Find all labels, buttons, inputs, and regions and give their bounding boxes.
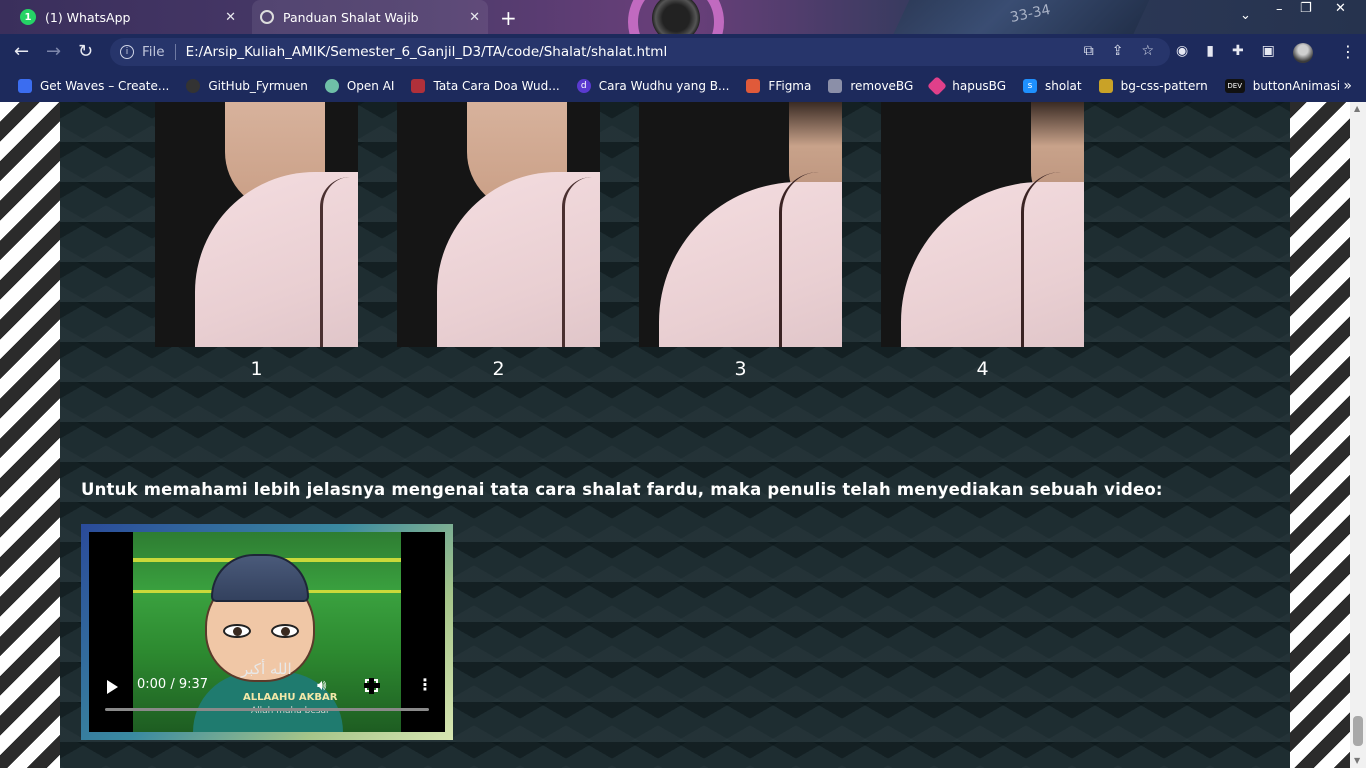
bookmark-button-animasi[interactable]: DEV buttonAnimasi (1224, 79, 1340, 93)
d-icon: d (576, 79, 591, 93)
openai-icon (324, 79, 339, 93)
step-image (639, 102, 842, 347)
more-options-icon[interactable]: ⋮ (417, 675, 433, 694)
close-window-button[interactable]: ✕ (1335, 1, 1346, 21)
page-scrollbar[interactable]: ▲ ▼ (1350, 102, 1366, 768)
info-icon[interactable]: i (120, 45, 134, 59)
tab-panduan-shalat[interactable]: Panduan Shalat Wajib ✕ (252, 0, 488, 34)
bookmark-removebg[interactable]: removeBG (828, 79, 913, 93)
tab-title: Panduan Shalat Wajib (283, 9, 419, 25)
bolt-icon (1098, 79, 1113, 93)
tab-whatsapp[interactable]: 1 (1) WhatsApp ✕ (12, 0, 244, 34)
bookmark-tata-cara-doa[interactable]: Tata Cara Doa Wud... (411, 79, 560, 93)
bookmark-figma[interactable]: FFigma (746, 79, 811, 93)
url-scheme-label: File (142, 44, 165, 60)
video-controls: 0:00 / 9:37 🔊︎ ⋮ (89, 672, 445, 732)
bookmark-star-icon[interactable]: ☆ (1141, 43, 1154, 59)
step-caption: 2 (492, 358, 505, 380)
step-caption: 4 (976, 358, 989, 380)
extension-icon[interactable]: ◉ (1176, 43, 1188, 63)
new-tab-button[interactable]: + (500, 6, 517, 30)
video-frame: الله أكبر ALLAAHU AKBAR Allah maha besar… (81, 524, 453, 740)
scroll-down-icon[interactable]: ▼ (1354, 756, 1360, 765)
video-progress-bar[interactable] (105, 708, 429, 711)
bookmark-openai[interactable]: Open AI (324, 79, 394, 93)
url-text[interactable]: E:/Arsip_Kuliah_AMIK/Semester_6_Ganjil_D… (186, 44, 668, 60)
whatsapp-icon: 1 (20, 9, 36, 25)
puzzle-icon[interactable]: ✚ (1232, 43, 1244, 63)
tab-strip: 33-34 1 (1) WhatsApp ✕ Panduan Shalat Wa… (0, 0, 1366, 34)
step-image (155, 102, 358, 347)
globe-icon (260, 10, 274, 24)
address-bar[interactable]: i File E:/Arsip_Kuliah_AMIK/Semester_6_G… (110, 38, 1170, 66)
forward-icon[interactable]: → (46, 42, 61, 62)
dev-icon: DEV (1224, 79, 1245, 93)
scroll-up-icon[interactable]: ▲ (1354, 104, 1360, 113)
video-time: 0:00 / 9:37 (137, 677, 209, 692)
video-player[interactable]: الله أكبر ALLAAHU AKBAR Allah maha besar… (89, 532, 445, 732)
menu-icon[interactable]: ⋮ (1340, 42, 1356, 61)
bookmark-cara-wudhu[interactable]: d Cara Wudhu yang B... (576, 79, 729, 93)
bookmark-sholat[interactable]: s sholat (1023, 79, 1082, 93)
play-icon[interactable] (107, 680, 118, 694)
bookmarks-bar: Get Waves – Create... GitHub_Fyrmuen Ope… (0, 70, 1366, 102)
close-icon[interactable]: ✕ (469, 10, 480, 25)
bookmark-hapusbg[interactable]: hapusBG (927, 76, 1006, 96)
diamond-icon (927, 76, 948, 96)
bookmark-get-waves[interactable]: Get Waves – Create... (18, 79, 169, 93)
background-decoration (652, 0, 700, 34)
divider (174, 44, 176, 60)
step-image (881, 102, 1084, 347)
tab-search-icon[interactable]: ⌄ (1240, 8, 1251, 23)
volume-icon[interactable]: 🔊︎ (317, 676, 326, 694)
minimize-button[interactable]: – (1276, 2, 1283, 22)
reload-icon[interactable]: ↻ (78, 42, 93, 62)
fullscreen-icon[interactable] (364, 678, 380, 694)
s-icon: s (1023, 79, 1038, 93)
video-intro-text: Untuk memahami lebih jelasnya mengenai t… (81, 480, 1163, 499)
avatar[interactable] (1292, 43, 1313, 63)
github-icon (186, 79, 201, 93)
translate-icon[interactable]: ⧉ (1084, 43, 1094, 59)
maximize-button[interactable]: ❐ (1300, 1, 1312, 21)
extension-icon[interactable]: ▮ (1206, 43, 1214, 63)
page-viewport: 1 2 3 4 Untuk memahami lebih jelasnya me… (0, 102, 1366, 768)
share-icon[interactable]: ⇪ (1112, 43, 1124, 59)
browser-toolbar: ← → ↻ i File E:/Arsip_Kuliah_AMIK/Semest… (0, 34, 1366, 70)
step-image (397, 102, 600, 347)
scrollbar-thumb[interactable] (1353, 716, 1363, 746)
site-icon (411, 79, 426, 93)
step-caption: 3 (734, 358, 747, 380)
back-icon[interactable]: ← (14, 42, 29, 62)
layers-icon (828, 79, 843, 93)
side-panel-icon[interactable]: ▣ (1262, 43, 1275, 63)
waves-icon (18, 79, 32, 93)
close-icon[interactable]: ✕ (225, 10, 236, 25)
figma-icon (746, 79, 761, 93)
bookmark-bg-css-pattern[interactable]: bg-css-pattern (1098, 79, 1208, 93)
bookmarks-overflow-icon[interactable]: » (1343, 78, 1352, 94)
tab-title: (1) WhatsApp (45, 9, 131, 25)
bookmark-github[interactable]: GitHub_Fyrmuen (186, 79, 308, 93)
main-content: 1 2 3 4 Untuk memahami lebih jelasnya me… (60, 102, 1290, 768)
step-caption: 1 (250, 358, 263, 380)
